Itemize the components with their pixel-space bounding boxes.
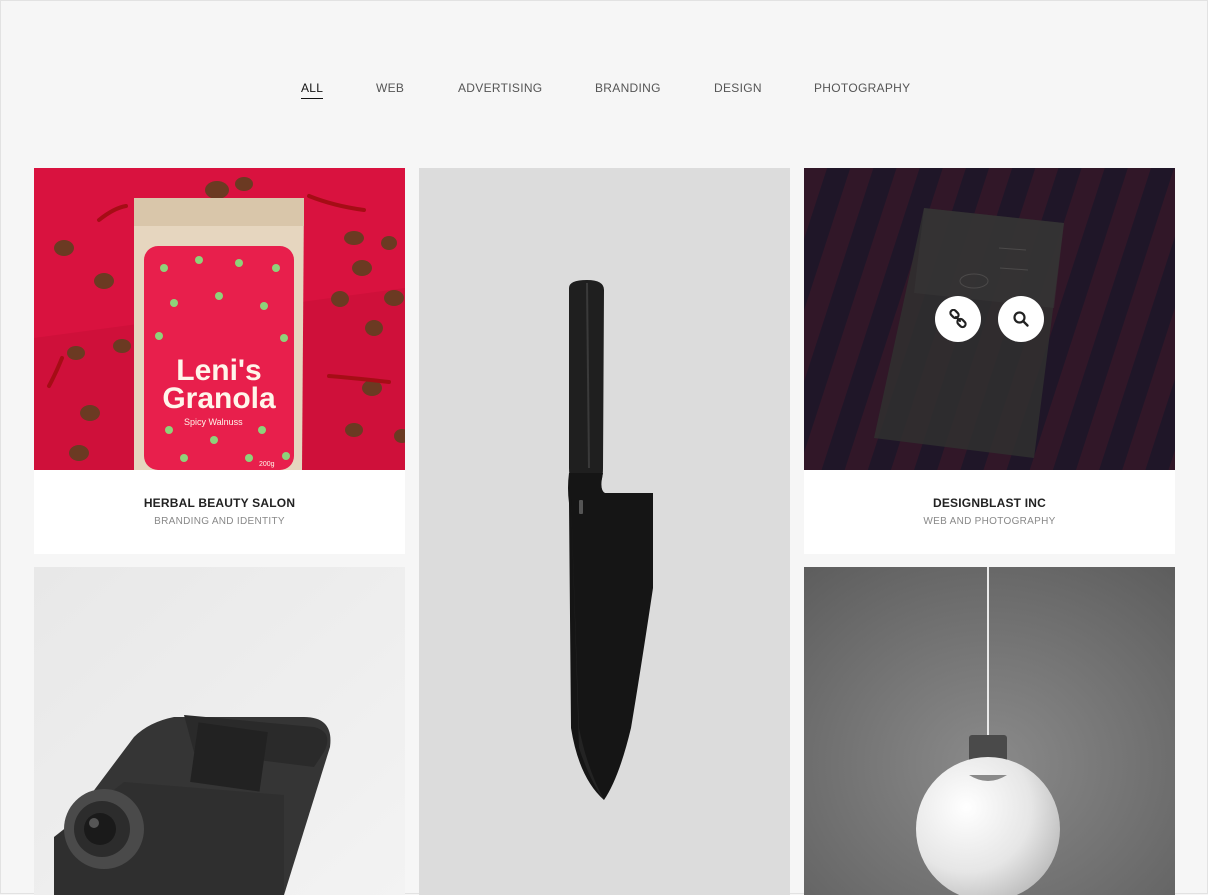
black-knife-photo xyxy=(419,168,790,895)
filter-advertising[interactable]: ADVERTISING xyxy=(458,81,542,95)
package-weight: 200g xyxy=(259,461,275,468)
search-icon xyxy=(1013,311,1029,327)
portfolio-caption: DESIGNBLAST INC WEB AND PHOTOGRAPHY xyxy=(804,496,1175,528)
camera-photo xyxy=(34,567,405,895)
portfolio-subtitle: BRANDING AND IDENTITY xyxy=(154,516,285,527)
portfolio-filter-nav: ALL WEB ADVERTISING BRANDING DESIGN PHOT… xyxy=(1,81,1208,101)
filter-branding[interactable]: BRANDING xyxy=(595,81,661,95)
link-button[interactable] xyxy=(935,296,981,342)
granola-package-photo: Leni's Granola Spicy Walnuss 200g xyxy=(34,168,405,470)
portfolio-subtitle: WEB AND PHOTOGRAPHY xyxy=(923,516,1056,527)
portfolio-item-lamp[interactable] xyxy=(804,567,1175,895)
filter-all[interactable]: ALL xyxy=(301,81,324,99)
link-icon xyxy=(949,309,967,329)
portfolio-item-designblast-inc[interactable]: DESIGNBLAST INC WEB AND PHOTOGRAPHY xyxy=(804,168,1175,554)
portfolio-item-camera[interactable] xyxy=(34,567,405,895)
stationery-box-photo xyxy=(804,168,1175,470)
package-text-line2: Granola xyxy=(162,382,276,415)
portfolio-image-designblast[interactable] xyxy=(804,168,1175,470)
portfolio-image-granola[interactable]: Leni's Granola Spicy Walnuss 200g xyxy=(34,168,405,470)
pendant-lamp-photo xyxy=(804,567,1175,895)
filter-photography[interactable]: PHOTOGRAPHY xyxy=(814,81,910,95)
portfolio-title[interactable]: DESIGNBLAST INC xyxy=(804,496,1175,510)
package-text-line3: Spicy Walnuss xyxy=(184,417,243,427)
portfolio-item-herbal-beauty-salon[interactable]: Leni's Granola Spicy Walnuss 200g HERBAL… xyxy=(34,168,405,554)
portfolio-item-knife[interactable] xyxy=(419,168,790,895)
filter-web[interactable]: WEB xyxy=(376,81,404,95)
filter-design[interactable]: DESIGN xyxy=(714,81,762,95)
zoom-button[interactable] xyxy=(998,296,1044,342)
portfolio-caption: HERBAL BEAUTY SALON BRANDING AND IDENTIT… xyxy=(34,496,405,528)
portfolio-title[interactable]: HERBAL BEAUTY SALON xyxy=(34,496,405,510)
